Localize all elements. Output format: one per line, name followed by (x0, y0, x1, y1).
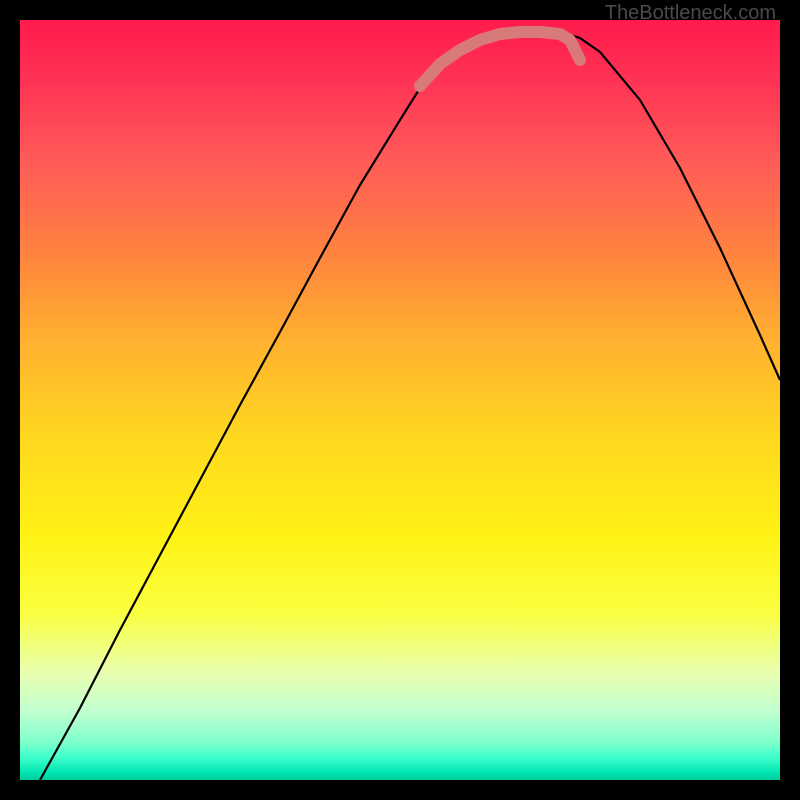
chart-frame: TheBottleneck.com (0, 0, 800, 800)
bottleneck-curve (40, 30, 780, 780)
watermark-text: TheBottleneck.com (605, 2, 776, 25)
optimal-range-marker (420, 32, 580, 86)
plot-area (20, 20, 780, 780)
curve-svg (20, 20, 780, 780)
highlight-start-dot (414, 80, 426, 92)
